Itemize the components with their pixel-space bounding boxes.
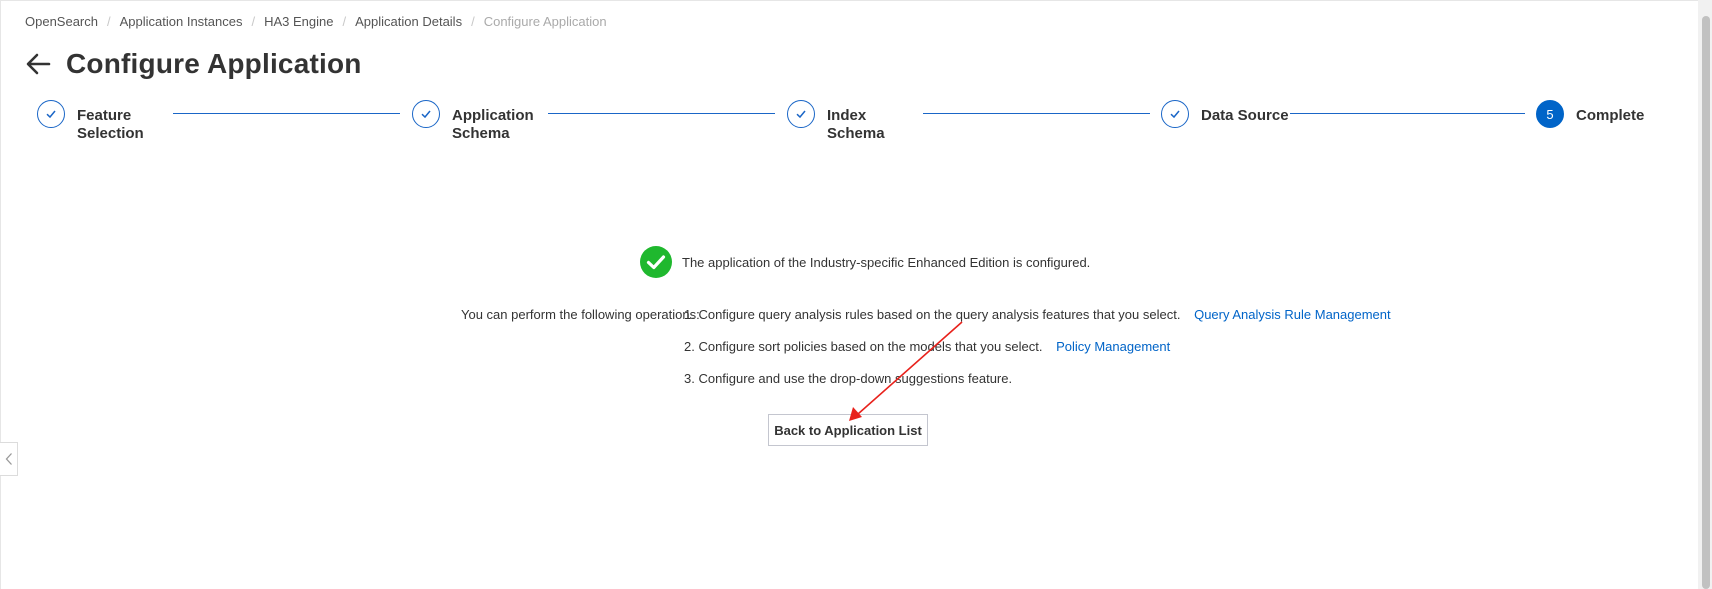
result-text: The application of the Industry-specific… <box>682 254 1091 270</box>
breadcrumb-application-details[interactable]: Application Details <box>355 14 462 29</box>
step-feature-selection: Feature Selection <box>37 100 167 143</box>
check-icon <box>37 100 65 128</box>
step-label: Application Schema <box>452 107 534 142</box>
operations-intro: You can perform the following operations… <box>461 307 700 322</box>
step-complete: 5 Complete <box>1536 100 1666 128</box>
step-connector <box>548 113 775 114</box>
operation-text: 1. Configure query analysis rules based … <box>684 307 1181 322</box>
vertical-scrollbar[interactable] <box>1698 0 1712 589</box>
step-data-source: Data Source <box>1161 100 1321 128</box>
breadcrumb-application-instances[interactable]: Application Instances <box>120 14 243 29</box>
check-icon <box>787 100 815 128</box>
breadcrumb-separator: / <box>107 14 111 29</box>
step-label: Index Schema <box>827 107 885 142</box>
chevron-left-icon <box>5 453 12 465</box>
operation-text: 3. Configure and use the drop-down sugge… <box>684 371 1013 386</box>
page-header: Configure Application <box>24 48 362 80</box>
check-circle-icon <box>640 246 672 278</box>
step-connector <box>923 113 1150 114</box>
page-title: Configure Application <box>66 48 362 79</box>
step-connector <box>1290 113 1525 114</box>
operation-item: 1. Configure query analysis rules based … <box>684 307 1391 322</box>
step-connector <box>173 113 400 114</box>
operation-text: 2. Configure sort policies based on the … <box>684 339 1043 354</box>
breadcrumb-separator: / <box>342 14 347 29</box>
operation-item: 2. Configure sort policies based on the … <box>684 339 1170 354</box>
policy-management-link[interactable]: Policy Management <box>1056 339 1170 354</box>
annotation-arrow <box>849 321 963 421</box>
breadcrumb-current: Configure Application <box>483 14 607 29</box>
query-analysis-rule-management-link[interactable]: Query Analysis Rule Management <box>1194 307 1391 322</box>
check-icon <box>1161 100 1189 128</box>
step-number: 5 <box>1536 100 1564 128</box>
frame-border-left <box>0 0 1 589</box>
back-to-application-list-button[interactable]: Back to Application List <box>768 414 928 446</box>
result-message: The application of the Industry-specific… <box>640 246 1090 278</box>
arrow-left-icon[interactable] <box>24 50 52 78</box>
step-application-schema: Application Schema <box>412 100 542 143</box>
frame-border-top <box>0 0 1712 1</box>
step-label: Data Source <box>1201 107 1289 124</box>
breadcrumb-ha3-engine[interactable]: HA3 Engine <box>264 14 333 29</box>
breadcrumb-separator: / <box>471 14 475 29</box>
step-label: Complete <box>1576 107 1645 124</box>
step-progress: Feature Selection Application Schema Ind… <box>0 100 1712 150</box>
sidebar-collapse-toggle[interactable] <box>0 442 18 476</box>
breadcrumb: OpenSearch / Application Instances / HA3… <box>25 14 607 29</box>
operation-item: 3. Configure and use the drop-down sugge… <box>684 371 1012 386</box>
step-label: Feature Selection <box>77 107 144 142</box>
breadcrumb-opensearch[interactable]: OpenSearch <box>25 14 98 29</box>
step-index-schema: Index Schema <box>787 100 897 143</box>
check-icon <box>412 100 440 128</box>
breadcrumb-separator: / <box>251 14 256 29</box>
